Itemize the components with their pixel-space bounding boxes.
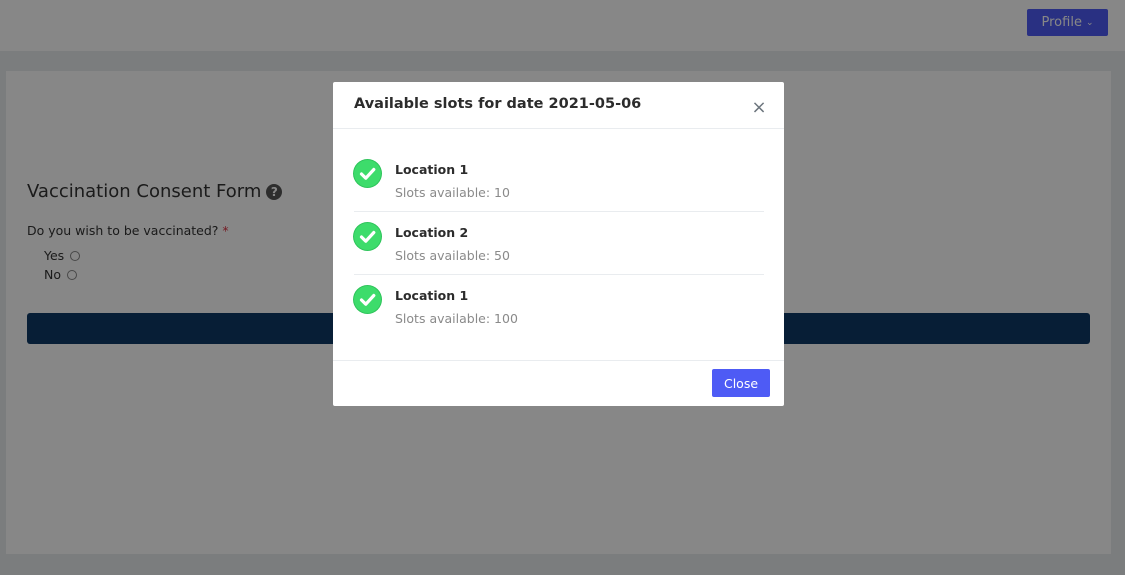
- slot-availability: Slots available: 100: [395, 311, 518, 326]
- slot-location-name: Location 2: [395, 225, 469, 240]
- slot-availability: Slots available: 10: [395, 185, 510, 200]
- modal-header: Available slots for date 2021-05-06 ×: [333, 82, 784, 129]
- slot-location-name: Location 1: [395, 288, 469, 303]
- check-circle-icon: [354, 223, 381, 250]
- modal-footer: Close: [333, 360, 784, 406]
- list-item: Location 1 Slots available: 10: [354, 149, 764, 212]
- check-circle-icon: [354, 286, 381, 313]
- list-item: Location 2 Slots available: 50: [354, 212, 764, 275]
- close-button[interactable]: Close: [712, 369, 770, 397]
- list-item: Location 1 Slots available: 100: [354, 275, 764, 338]
- slot-availability: Slots available: 50: [395, 248, 510, 263]
- close-icon[interactable]: ×: [751, 99, 767, 117]
- modal-title: Available slots for date 2021-05-06: [354, 96, 642, 112]
- available-slots-modal: Available slots for date 2021-05-06 × Lo…: [333, 82, 784, 406]
- slot-list: Location 1 Slots available: 10 Location …: [354, 149, 764, 338]
- check-circle-icon: [354, 160, 381, 187]
- slot-location-name: Location 1: [395, 162, 469, 177]
